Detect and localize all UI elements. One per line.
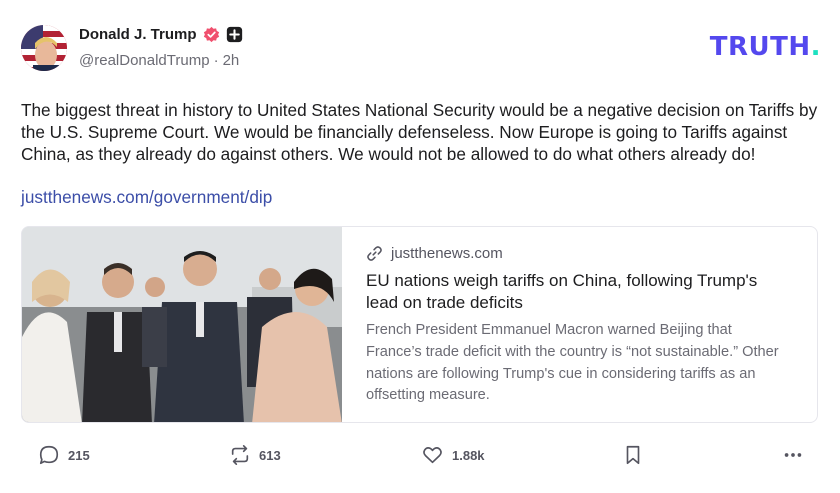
- post-timestamp[interactable]: 2h: [223, 52, 240, 69]
- link-icon: [367, 246, 382, 261]
- logo-text: TRUTH: [709, 32, 811, 62]
- logo-dot: .: [810, 32, 821, 62]
- verified-badge-icon: [203, 26, 219, 43]
- reply-icon: [39, 445, 59, 465]
- retruth-count: 613: [259, 447, 281, 463]
- more-options-button[interactable]: [781, 444, 805, 466]
- link-card-domain-row: justthenews.com: [366, 245, 786, 262]
- link-preview-card[interactable]: justthenews.com EU nations weigh tariffs…: [21, 226, 818, 423]
- post-body: The biggest threat in history to United …: [21, 100, 818, 164]
- like-count: 1.88k: [452, 447, 485, 463]
- link-card-description: French President Emmanuel Macron warned …: [366, 322, 779, 404]
- link-card-title: EU nations weigh tariffs on China, follo…: [366, 271, 758, 312]
- truth-logo[interactable]: TRUTH.: [710, 32, 821, 62]
- news-photo: [22, 227, 342, 422]
- link-card-body: justthenews.com EU nations weigh tariffs…: [342, 227, 786, 422]
- bookmark-icon: [626, 445, 640, 465]
- reply-count: 215: [68, 447, 90, 463]
- plus-badge-icon: [226, 26, 242, 43]
- reply-button[interactable]: 215: [38, 444, 90, 466]
- author-meta: @realDonaldTrump · 2h: [79, 52, 239, 69]
- heart-icon: [423, 447, 442, 464]
- meta-separator: ·: [213, 52, 219, 69]
- author-avatar[interactable]: [21, 25, 67, 71]
- author-name[interactable]: Donald J. Trump: [79, 26, 197, 43]
- like-button[interactable]: 1.88k: [421, 444, 485, 466]
- post-actions: 215 613 1.88k: [21, 444, 821, 472]
- retruth-button[interactable]: 613: [229, 444, 281, 466]
- more-dots-icon: [784, 453, 802, 457]
- post-link[interactable]: justthenews.com/government/dip: [21, 187, 272, 208]
- post-header: Donald J. Trump @realDonaldTrump · 2h TR…: [21, 24, 821, 74]
- avatar-image: [21, 25, 67, 71]
- bookmark-button[interactable]: [623, 444, 643, 466]
- author-handle[interactable]: @realDonaldTrump: [79, 52, 210, 69]
- retruth-icon: [231, 445, 249, 465]
- link-card-domain: justthenews.com: [391, 245, 503, 262]
